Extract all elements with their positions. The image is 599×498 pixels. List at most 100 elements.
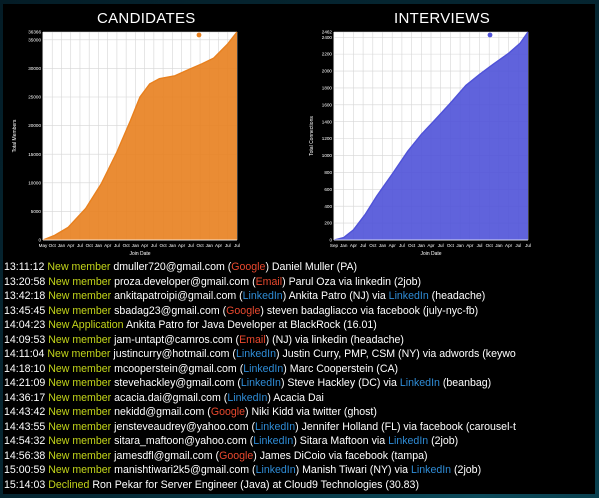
x-tick-label: Oct: [447, 243, 455, 248]
feed-source: LinkedIn: [388, 435, 429, 447]
feed-source: LinkedIn: [411, 464, 452, 476]
feed-text: ) Ankita Patro (NJ) via: [282, 290, 389, 302]
feed-text: stevehackley@gmail.com (: [114, 377, 241, 389]
feed-row: 13:42:18 New member ankitapatroipi@gmail…: [4, 289, 594, 304]
y-tick-label: 0: [329, 238, 332, 243]
legend-label: Connected: [494, 33, 518, 39]
feed-text: ) James DiCoio via facebook (tampa): [253, 449, 428, 462]
feed-text: (beanbag): [439, 377, 492, 389]
dashboard-panel: CANDIDATES INTERVIEWS May Oct Jan Apr Jul Oct…: [3, 4, 595, 494]
feed-source: Google: [219, 449, 254, 462]
feed-row: 14:56:38 New member jamesdfl@gmail.com (…: [4, 449, 594, 464]
feed-row: 14:54:32 New member sitara_maftoon@yahoo…: [4, 434, 594, 449]
feed-row: 14:43:42 New member nekidd@gmail.com (Go…: [4, 405, 594, 420]
feed-text: ) Justin Curry, PMP, CSM (NY) via adword…: [276, 348, 516, 360]
x-tick-label: Oct: [86, 243, 94, 248]
feed-text: ) Niki Kidd via twitter (ghost): [245, 406, 377, 418]
y-tick-label: 1400: [322, 119, 333, 124]
feed-event-type: New member: [48, 449, 115, 462]
x-tick-label: Oct: [369, 243, 377, 248]
x-axis-label: Join Date: [420, 251, 441, 257]
feed-text: ankitapatroipi@gmail.com (: [114, 290, 243, 302]
candidates-chart: May Oct Jan Apr Jul Oct Jan Apr Jul Oct Jan Apr Jul O…: [12, 30, 240, 257]
feed-text: jamesdfl@gmail.com (: [114, 449, 220, 462]
feed-timestamp: 14:36:17: [4, 391, 49, 404]
x-tick-label: Apr: [389, 243, 397, 248]
feed-source: LinkedIn: [388, 290, 429, 302]
feed-text: (headache): [428, 290, 486, 302]
x-tick-label: Jul: [114, 243, 120, 248]
feed-timestamp: 14:54:32: [4, 435, 49, 447]
x-tick-label: Apr: [350, 243, 358, 248]
feed-row: 13:20:58 New member proza.developer@gmai…: [4, 275, 594, 290]
x-tick-label: Oct: [160, 243, 168, 248]
feed-event-type: New member: [48, 333, 115, 346]
x-tick-label: Oct: [123, 243, 131, 248]
x-tick-label: Jul: [225, 243, 231, 248]
y-tick-label: 5000: [31, 209, 42, 214]
x-tick-label: Oct: [196, 243, 204, 248]
feed-event-type: Declined: [48, 478, 93, 491]
x-tick-label: Oct: [408, 243, 416, 248]
legend-swatch: [196, 32, 202, 38]
y-tick-label: 1200: [322, 136, 333, 141]
feed-event-type: New member: [48, 362, 115, 375]
feed-source: Email: [239, 333, 266, 346]
y-axis-label: Total Members: [12, 119, 18, 152]
interviews-chart: Sep Jan Apr Jul Oct Jan Apr Jul Oct Jan Apr Jul Oct J…: [309, 30, 531, 257]
x-tick-label: Apr: [505, 243, 513, 248]
feed-text: ) Steve Hackley (DC) via: [280, 377, 400, 389]
x-tick-label: Oct: [49, 243, 57, 248]
legend-swatch: [487, 32, 493, 38]
feed-text: sitara_maftoon@yahoo.com (: [114, 435, 254, 447]
y-tick-label: 2200: [322, 52, 333, 57]
feed-row: 14:43:55 New member jensteveaudrey@yahoo…: [4, 420, 594, 435]
interviews-title: INTERVIEWS: [394, 10, 491, 27]
feed-source: Email: [255, 275, 283, 288]
feed-source: LinkedIn: [227, 391, 268, 404]
candidates-title: CANDIDATES: [97, 10, 196, 27]
feed-event-type: New member: [48, 290, 115, 302]
feed-text: ) steven badagliacco via facebook (july-…: [260, 304, 479, 317]
y-tick-label: 400: [324, 204, 332, 209]
feed-source: Google: [231, 261, 266, 273]
feed-timestamp: 14:09:53: [4, 333, 49, 346]
x-tick-label: Jan: [132, 243, 140, 248]
legend-label: Members: [203, 33, 224, 39]
activity-feed: 13:11:12 New member dmuller720@gmail.com…: [4, 260, 594, 492]
x-tick-label: Jul: [477, 243, 483, 248]
feed-source: LinkedIn: [253, 435, 294, 447]
x-tick-label: Oct: [486, 243, 494, 248]
feed-row: 13:45:45 New member sbadag23@gmail.com (…: [4, 304, 594, 319]
x-tick-label: Jul: [234, 243, 240, 248]
feed-text: ) Manish Tiwari (NY) via: [295, 464, 412, 476]
feed-timestamp: 14:56:38: [4, 449, 49, 462]
x-tick-label: Apr: [427, 243, 435, 248]
x-tick-label: Jan: [495, 243, 503, 248]
feed-text: Ankita Patro for Java Developer at Black…: [125, 319, 377, 331]
x-tick-label: Jan: [456, 243, 464, 248]
y-tick-label: 1000: [322, 153, 333, 158]
x-tick-label: May: [39, 243, 48, 248]
feed-text: ) Daniel Muller (PA): [265, 261, 358, 273]
feed-text: nekidd@gmail.com (: [114, 406, 211, 418]
x-tick-label: Jul: [399, 243, 405, 248]
feed-text: (2job): [428, 435, 459, 447]
x-tick-label: Apr: [178, 243, 186, 248]
feed-row: 15:00:59 New member manishtiwari2k5@gmai…: [4, 463, 594, 478]
feed-event-type: New member: [48, 420, 115, 433]
y-tick-label: 0: [38, 238, 41, 243]
x-tick-label: Jul: [151, 243, 157, 248]
feed-text: ) Marc Cooperstein (CA): [283, 362, 399, 375]
feed-source: LinkedIn: [242, 290, 283, 302]
feed-row: 14:21:09 New member stevehackley@gmail.c…: [4, 376, 594, 391]
feed-timestamp: 13:45:45: [4, 304, 49, 317]
x-tick-label: Jan: [58, 243, 66, 248]
x-tick-label: Jul: [438, 243, 444, 248]
y-axis-label: Total Connections: [309, 116, 315, 156]
x-tick-label: Jul: [360, 243, 366, 248]
y-tick-label: 800: [324, 170, 332, 175]
x-tick-label: Jul: [515, 243, 521, 248]
x-tick-label: Jan: [169, 243, 177, 248]
feed-text: ) Parul Oza via linkedin (2job): [282, 275, 422, 288]
